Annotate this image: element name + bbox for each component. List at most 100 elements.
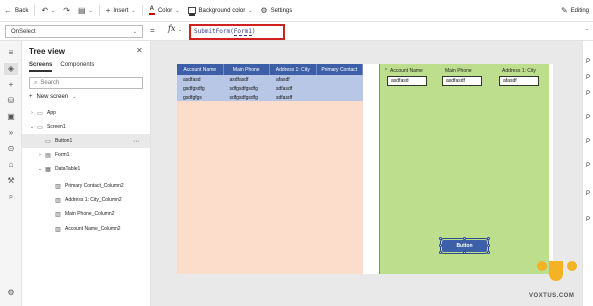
tree-node-label: App bbox=[47, 110, 56, 116]
redo-icon: ↷ bbox=[63, 5, 70, 15]
app-screen[interactable]: Account Name Main Phone Address 1: City … bbox=[177, 64, 553, 274]
editing-label: Editing bbox=[570, 7, 589, 14]
tree-view-panel: Tree view ✕ Screens Components ⌕ Search … bbox=[22, 41, 151, 306]
tree-node-label: Account Name_Column2 bbox=[65, 226, 121, 232]
tree-node-label: Primary Contact_Column2 bbox=[65, 183, 124, 189]
layers-icon[interactable]: ◈ bbox=[4, 63, 18, 75]
property-label: P bbox=[586, 75, 591, 81]
table-cell: asdfasd bbox=[183, 76, 201, 83]
chevron-down-icon: ⌄ bbox=[72, 94, 77, 100]
tree-node-label: Screen1 bbox=[47, 124, 66, 130]
property-name: OnSelect bbox=[11, 28, 36, 35]
table-cell: asdfasdf bbox=[229, 76, 249, 83]
font-color-icon: A bbox=[148, 6, 155, 15]
chevron-down-icon[interactable]: ⌄ bbox=[178, 27, 182, 33]
plus-icon: + bbox=[29, 94, 33, 100]
column-header[interactable]: Account Name bbox=[177, 64, 224, 75]
search-icon[interactable]: ⌕ bbox=[4, 191, 18, 203]
command-bar: ← Back ↶ ⌄ ↷ ▤ ⌄ + Insert ⌄ A Color ⌄ Ba… bbox=[0, 0, 593, 22]
tree-node-screen1[interactable]: ⌄ ▭ Screen1 bbox=[22, 120, 150, 134]
table-row[interactable]: gsdfgsdfg sdfgsdfgsdfg sdfasdf bbox=[177, 84, 363, 93]
back-arrow-icon: ← bbox=[4, 5, 12, 15]
account-name-field[interactable]: asdfasd bbox=[387, 76, 427, 86]
tree-node-app[interactable]: › ▭ App bbox=[22, 106, 150, 120]
close-icon[interactable]: ✕ bbox=[136, 46, 143, 55]
data-table[interactable]: Account Name Main Phone Address 1: City … bbox=[177, 64, 363, 274]
tree-node-column[interactable]: ▥ Main Phone_Column2 bbox=[22, 207, 150, 221]
table-cell: sdfgsdfgsdfg bbox=[229, 85, 258, 92]
search-input[interactable]: ⌕ Search bbox=[29, 77, 143, 89]
more-options-icon[interactable]: ··· bbox=[133, 138, 140, 145]
hamburger-icon[interactable]: ≡ bbox=[4, 47, 18, 59]
tab-components[interactable]: Components bbox=[60, 62, 94, 72]
tree-node-label: Address 1: City_Column2 bbox=[65, 197, 122, 203]
insert-label: Insert bbox=[113, 7, 129, 14]
plus-icon[interactable]: + bbox=[4, 79, 18, 91]
undo-button[interactable]: ↶ ⌄ bbox=[37, 0, 59, 22]
chevron-right-icon[interactable]: › bbox=[36, 152, 44, 158]
tree-view-title: Tree view bbox=[29, 47, 66, 56]
resize-handle[interactable] bbox=[463, 251, 466, 254]
property-label: P bbox=[586, 59, 591, 65]
resize-handle[interactable] bbox=[487, 251, 490, 254]
redo-button[interactable]: ↷ bbox=[59, 0, 74, 22]
main-phone-field[interactable]: asdfasdf bbox=[442, 76, 482, 86]
tree-node-column[interactable]: ▥ Account Name_Column2 bbox=[22, 222, 150, 236]
fx-icon[interactable]: fx bbox=[168, 24, 175, 33]
field-label: Main Phone bbox=[445, 68, 472, 74]
settings-icon[interactable]: ⚙ bbox=[4, 287, 18, 299]
form-icon: ▤ bbox=[45, 152, 51, 159]
chevron-right-icon[interactable]: › bbox=[28, 110, 36, 116]
column-header[interactable]: Main Phone bbox=[224, 64, 270, 75]
table-cell bbox=[317, 84, 364, 93]
resize-handle[interactable] bbox=[439, 237, 442, 240]
background-color-button[interactable]: Background color ⌄ bbox=[184, 0, 257, 22]
color-button[interactable]: A Color ⌄ bbox=[145, 0, 184, 22]
tree-node-label: Main Phone_Column2 bbox=[65, 211, 115, 217]
toolbar-divider bbox=[34, 5, 36, 16]
resize-handle[interactable] bbox=[463, 237, 466, 240]
settings-button[interactable]: ⚙ Settings bbox=[256, 0, 296, 22]
resize-handle[interactable] bbox=[439, 244, 442, 247]
tree-node-column[interactable]: ▥ Primary Contact_Column2 bbox=[22, 179, 150, 193]
chevron-down-icon[interactable]: ⌄ bbox=[28, 124, 36, 130]
logo-text: VOXTUS.COM bbox=[529, 293, 575, 299]
insert-button[interactable]: + Insert ⌄ bbox=[102, 0, 140, 22]
power-automate-icon[interactable]: » bbox=[4, 127, 18, 139]
table-row[interactable]: gsdfgfgs sdfgsdfgsdfg sdfasdf bbox=[177, 93, 363, 102]
variables-icon[interactable]: ⊙ bbox=[4, 143, 18, 155]
resize-handle[interactable] bbox=[487, 237, 490, 240]
chevron-down-icon: ⌄ bbox=[88, 7, 93, 14]
property-dropdown[interactable]: OnSelect ⌄ bbox=[5, 25, 143, 38]
chevron-down-icon[interactable]: ⌄ bbox=[36, 166, 44, 172]
formula-input-area[interactable] bbox=[288, 24, 588, 40]
editing-mode-button[interactable]: ✎ Editing bbox=[557, 0, 593, 22]
button-icon: ▭ bbox=[45, 138, 51, 145]
code-icon[interactable]: ⌂ bbox=[4, 159, 18, 171]
resize-handle[interactable] bbox=[439, 251, 442, 254]
logo-dot bbox=[567, 261, 577, 271]
table-row[interactable]: asdfasd asdfasdf afasdf bbox=[177, 75, 363, 84]
expand-formula-icon[interactable]: ⌄ bbox=[585, 26, 589, 32]
media-icon[interactable]: ▣ bbox=[4, 111, 18, 123]
tree-node-form1[interactable]: › ▤ Form1 bbox=[22, 148, 150, 162]
back-button[interactable]: ← Back bbox=[0, 0, 32, 22]
property-label: P bbox=[586, 163, 591, 169]
resize-handle[interactable] bbox=[487, 244, 490, 247]
property-label: P bbox=[586, 91, 591, 97]
tools-icon[interactable]: ⚒ bbox=[4, 175, 18, 187]
new-screen-button[interactable]: + New screen ⌄ bbox=[29, 94, 76, 100]
city-field[interactable]: afasdf bbox=[499, 76, 539, 86]
tree-node-column[interactable]: ▥ Address 1: City_Column2 bbox=[22, 193, 150, 207]
tree-node-datatable1[interactable]: ⌄ ▦ DataTable1 bbox=[22, 162, 150, 176]
tab-screens[interactable]: Screens bbox=[29, 62, 53, 72]
table-cell: sdfgsdfgsdfg bbox=[229, 94, 258, 101]
column-header[interactable]: Primary Contact bbox=[317, 64, 363, 75]
formula-input[interactable]: SubmitForm(Form1) bbox=[189, 24, 285, 40]
tree-node-button1[interactable]: ▭ Button1 ··· bbox=[22, 134, 150, 148]
new-screen-label: New screen bbox=[36, 94, 69, 100]
paste-button[interactable]: ▤ ⌄ bbox=[74, 0, 97, 22]
column-header[interactable]: Address 1: City bbox=[270, 64, 317, 75]
chevron-down-icon: ⌄ bbox=[131, 7, 136, 14]
database-icon[interactable]: ⛁ bbox=[4, 95, 18, 107]
